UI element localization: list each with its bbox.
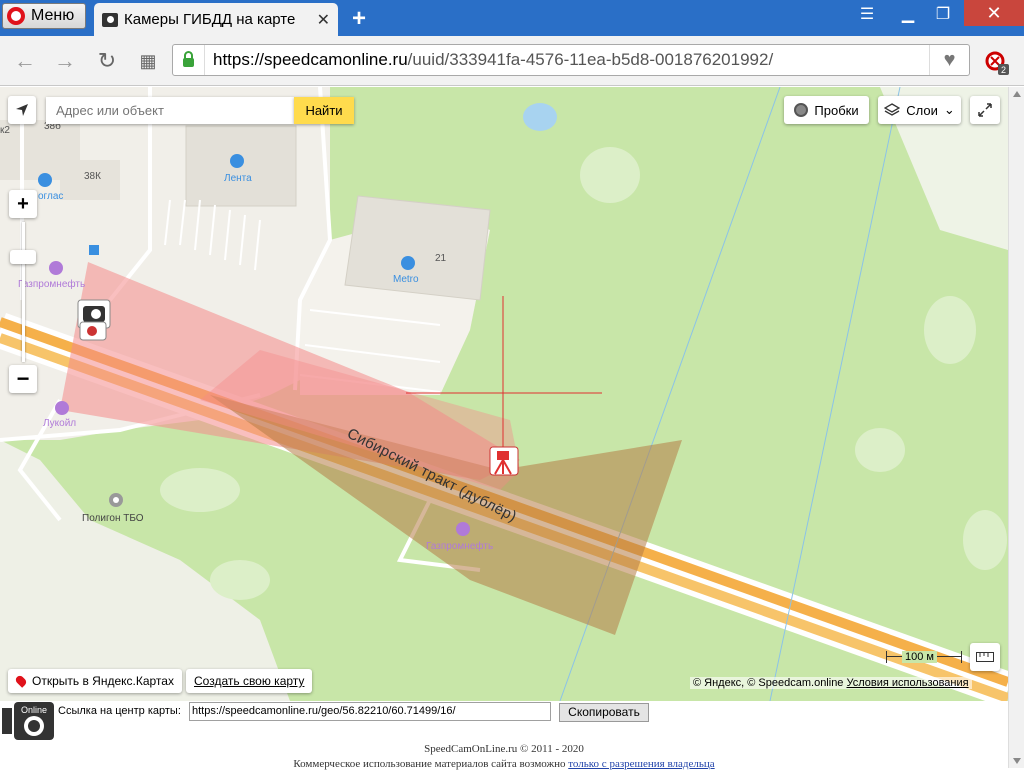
page-scrollbar[interactable]: [1008, 87, 1024, 768]
lock-icon[interactable]: [173, 45, 205, 75]
owner-permission-link[interactable]: только с разрешения владельца: [568, 758, 714, 770]
terms-link[interactable]: Условия использования: [847, 677, 969, 689]
opera-menu-button[interactable]: Меню: [2, 3, 86, 29]
tab-close-icon[interactable]: ✕: [317, 10, 330, 30]
zoom-out-button[interactable]: −: [9, 365, 37, 393]
layers-label: Слои: [906, 102, 938, 118]
fuel-station-icon[interactable]: [456, 522, 470, 536]
building-number: к2: [0, 125, 10, 136]
back-arrow-icon[interactable]: ←: [12, 48, 38, 74]
poi-label-gazprom[interactable]: Газпромнефть: [18, 279, 85, 290]
url-host: https://speedcamonline.ru: [213, 50, 408, 69]
footer-notice: Коммерческое использование материалов са…: [0, 758, 1008, 770]
poi-label-landfill[interactable]: Полигон ТБО: [82, 513, 144, 524]
traffic-button[interactable]: Пробки: [784, 96, 869, 124]
building-number: 38К: [84, 171, 101, 182]
minimize-icon[interactable]: ▁: [893, 4, 923, 26]
camera-marker-cluster[interactable]: [77, 299, 111, 341]
zoom-slider-thumb[interactable]: [10, 250, 36, 264]
zoom-in-button[interactable]: +: [9, 190, 37, 218]
menu-label: Меню: [31, 7, 75, 24]
poi-label-lukoil[interactable]: Лукойл: [43, 418, 76, 429]
url-path: /uuid/333941fa-4576-11ea-b5d8-0018762019…: [407, 50, 774, 69]
expand-icon: [978, 103, 992, 117]
open-in-yandex-button[interactable]: Открыть в Яндекс.Картах: [8, 669, 182, 693]
window-close-icon[interactable]: ✕: [964, 0, 1024, 26]
open-yandex-label: Открыть в Яндекс.Картах: [32, 674, 174, 688]
new-tab-button[interactable]: +: [352, 5, 366, 33]
center-link-field[interactable]: https://speedcamonline.ru/geo/56.82210/6…: [189, 702, 551, 721]
browser-tab[interactable]: Камеры ГИБДД на карте ✕: [94, 3, 338, 36]
speed-dial-grid-icon[interactable]: ▦: [135, 48, 161, 74]
poi-label-lenta[interactable]: Лента: [224, 173, 252, 184]
clearing: [160, 468, 240, 512]
traffic-label: Пробки: [814, 102, 859, 118]
location-arrow-icon: [16, 104, 28, 116]
layers-icon: [884, 103, 901, 116]
fuel-station-icon[interactable]: [55, 401, 69, 415]
map-graphics: [0, 87, 1008, 701]
poi-label-gazprom[interactable]: Газпромнефть: [426, 541, 493, 552]
map-pin-icon: [14, 674, 28, 688]
create-map-link[interactable]: Создать свою карту: [186, 669, 313, 693]
landfill-icon-center: [113, 497, 119, 503]
tripod-camera-marker[interactable]: [489, 446, 519, 476]
address-search-input[interactable]: [46, 97, 294, 124]
building-number: 21: [435, 253, 447, 264]
clearing: [210, 560, 270, 600]
search-button[interactable]: Найти: [294, 97, 354, 124]
tab-title: Камеры ГИБДД на карте: [124, 11, 296, 28]
map-canvas[interactable]: Лента Metro Газпромнефть Газпромнефть Лу…: [0, 87, 1008, 701]
scroll-down-icon[interactable]: [1013, 758, 1021, 764]
shop-icon[interactable]: [401, 256, 415, 270]
geolocation-button[interactable]: [8, 96, 36, 124]
map-copyright: © Яндекс, © Speedcam.online Условия испо…: [690, 677, 972, 689]
adblock-icon[interactable]: 2: [984, 50, 1010, 76]
clearing: [924, 296, 976, 364]
clearing: [963, 510, 1007, 570]
boundary-line: [769, 87, 901, 701]
chevron-down-icon: ⌄: [943, 102, 955, 117]
ruler-button[interactable]: [970, 643, 1000, 671]
footer-notice-text: Коммерческое использование материалов са…: [293, 758, 566, 770]
fullscreen-button[interactable]: [970, 96, 1000, 124]
fuel-station-icon[interactable]: [49, 261, 63, 275]
layers-button[interactable]: Слои ⌄: [878, 96, 961, 124]
shop-icon[interactable]: [230, 154, 244, 168]
camera-favicon-icon: [102, 12, 118, 27]
opera-logo-icon: [7, 7, 25, 25]
car-service-icon[interactable]: [38, 173, 52, 187]
poi-label-autoglass[interactable]: оглас: [38, 191, 63, 202]
footer-copyright: SpeedCamOnLine.ru © 2011 - 2020: [424, 743, 584, 755]
bus-stop-icon[interactable]: [89, 245, 99, 255]
reload-icon[interactable]: ↻: [94, 48, 120, 74]
scroll-up-icon[interactable]: [1013, 91, 1021, 97]
tabs-menu-icon[interactable]: ☰: [852, 4, 882, 26]
clearing: [580, 147, 640, 203]
copyright-text: © Яндекс, © Speedcam.online: [693, 677, 844, 689]
url-text[interactable]: https://speedcamonline.ru/uuid/333941fa-…: [205, 50, 929, 70]
zoom-slider-track[interactable]: [22, 222, 25, 362]
restore-icon[interactable]: ❐: [928, 4, 958, 26]
copy-button[interactable]: Скопировать: [559, 703, 649, 722]
ruler-icon: [976, 652, 994, 662]
speedcam-online-logo: Online: [2, 702, 54, 740]
center-link-label: Ссылка на центр карты:: [58, 705, 181, 717]
lake: [523, 103, 557, 131]
address-bar[interactable]: https://speedcamonline.ru/uuid/333941fa-…: [172, 44, 970, 76]
clearing: [855, 428, 905, 472]
scale-label: 100 м: [902, 651, 937, 663]
adblock-count: 2: [1001, 65, 1006, 75]
browser-toolbar: ← → ↻ ▦ https://speedcamonline.ru/uuid/3…: [0, 36, 1024, 86]
bookmark-heart-icon[interactable]: ♥: [929, 45, 969, 75]
forward-arrow-icon[interactable]: →: [52, 48, 78, 74]
svg-text:Online: Online: [21, 705, 47, 715]
traffic-light-icon: [794, 103, 809, 117]
poi-label-metro[interactable]: Metro: [393, 274, 419, 285]
